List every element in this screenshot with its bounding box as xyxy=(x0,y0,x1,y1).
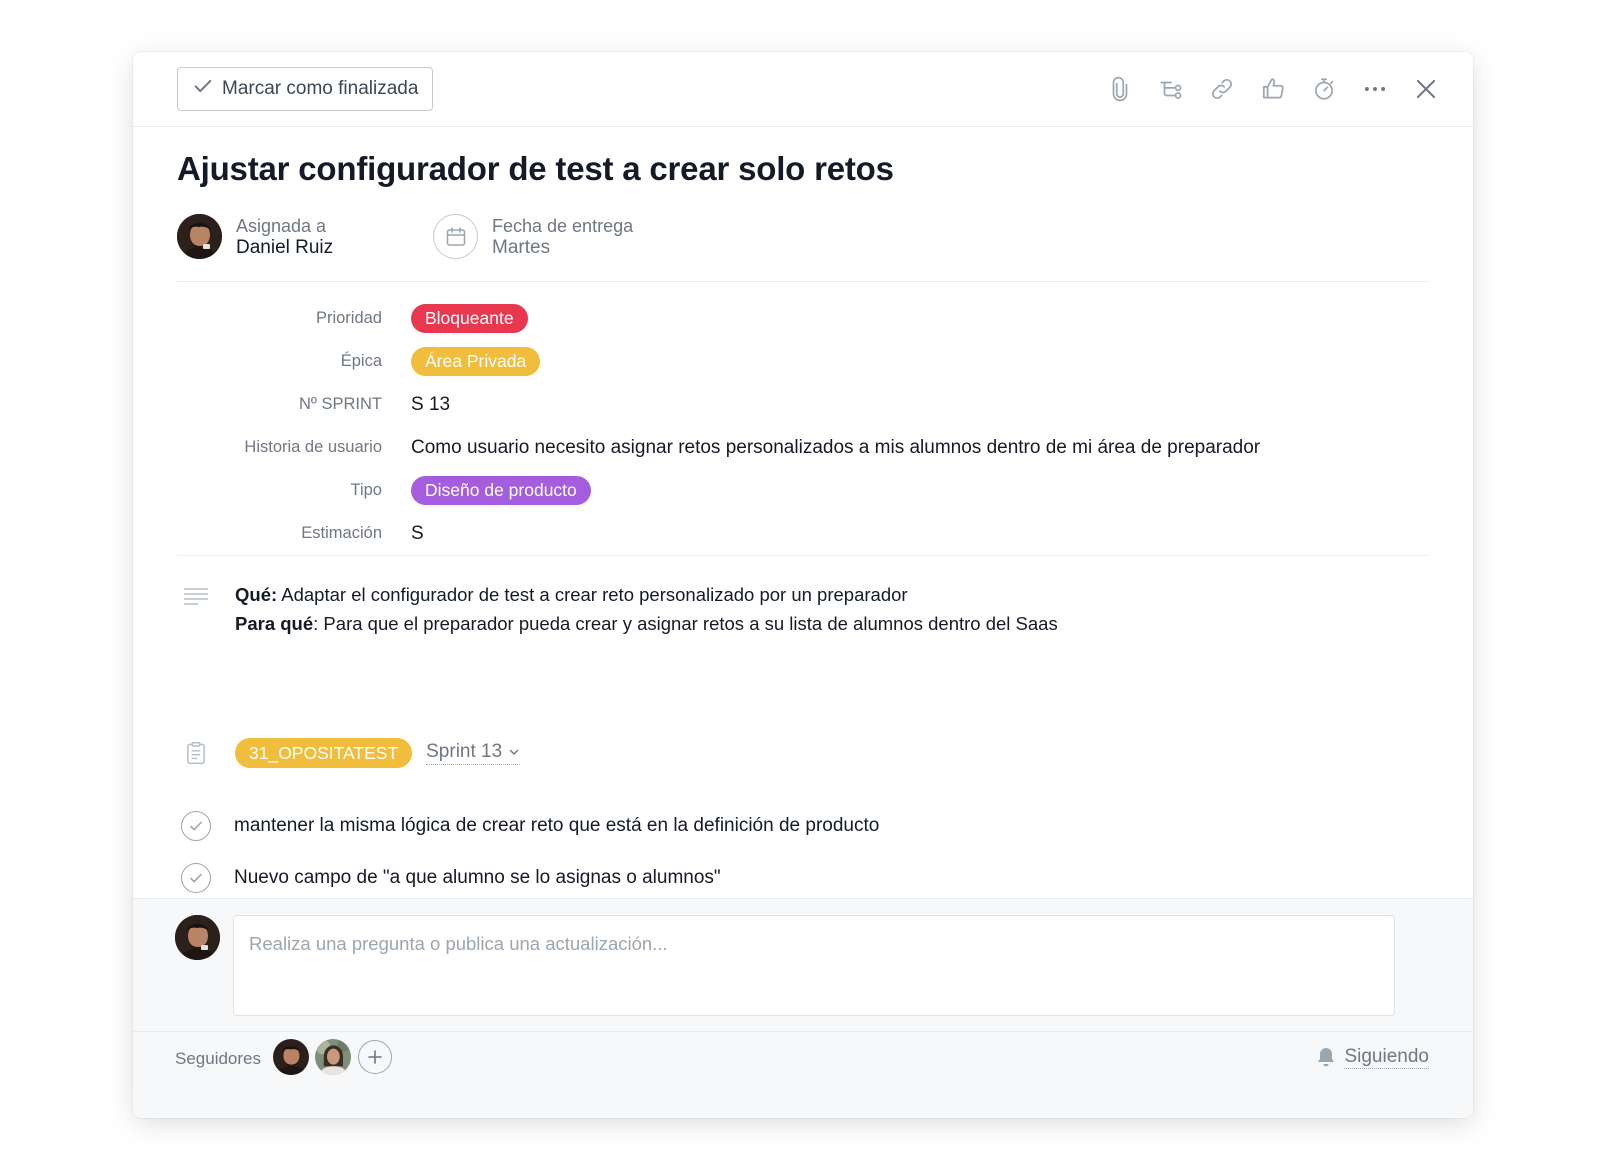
field-sprint: Nº SPRINT S 13 xyxy=(177,383,1429,426)
follower-list xyxy=(273,1039,392,1075)
field-value: Bloqueante xyxy=(411,304,528,333)
due-date-field[interactable]: Fecha de entrega Martes xyxy=(433,214,633,259)
field-type: Tipo Diseño de producto xyxy=(177,469,1429,512)
divider xyxy=(177,555,1429,556)
assignee-text: Asignada a Daniel Ruiz xyxy=(236,215,333,259)
epic-badge[interactable]: Área Privada xyxy=(411,347,541,376)
divider xyxy=(177,281,1429,282)
due-date-value: Martes xyxy=(492,236,551,258)
clipboard-icon xyxy=(181,738,211,768)
subtask-icon[interactable] xyxy=(1152,70,1190,108)
field-estimate: Estimación S xyxy=(177,512,1429,555)
assignee-label: Asignada a xyxy=(236,215,327,236)
timer-icon[interactable] xyxy=(1305,70,1343,108)
assignee-field[interactable]: Asignada a Daniel Ruiz xyxy=(177,214,333,259)
mark-complete-button[interactable]: Marcar como finalizada xyxy=(177,67,434,111)
subtask-row[interactable]: Nuevo campo de "a que alumno se lo asign… xyxy=(177,852,1429,904)
field-label: Prioridad xyxy=(315,309,382,327)
assignee-avatar xyxy=(177,214,222,259)
subtask-list: mantener la misma lógica de crear reto q… xyxy=(177,800,1429,904)
field-user-story: Historia de usuario Como usuario necesit… xyxy=(177,426,1429,469)
what-text: Adaptar el configurador de test a crear … xyxy=(277,584,908,605)
bell-icon xyxy=(1318,1048,1335,1067)
field-epic: Épica Área Privada xyxy=(177,340,1429,383)
due-date-text: Fecha de entrega Martes xyxy=(492,215,633,259)
like-icon[interactable] xyxy=(1254,70,1292,108)
field-label: Nº SPRINT xyxy=(298,395,382,413)
followers-bar: Seguidores Siguiendo xyxy=(133,1031,1473,1118)
current-user-avatar xyxy=(175,915,220,960)
toolbar-actions xyxy=(1088,70,1445,108)
followers-label: Seguidores xyxy=(175,1049,262,1068)
description-text: Qué: Adaptar el configurador de test a c… xyxy=(235,580,1058,638)
why-label: Para qué xyxy=(235,613,314,634)
link-icon[interactable] xyxy=(1203,70,1241,108)
add-follower-button[interactable] xyxy=(358,1040,392,1074)
field-priority: Prioridad Bloqueante xyxy=(177,297,1429,340)
following-toggle[interactable]: Siguiendo xyxy=(1314,1045,1429,1069)
comment-composer: Seguidores xyxy=(133,898,1473,1118)
field-label: Estimación xyxy=(301,524,382,542)
user-story-value[interactable]: Como usuario necesito asignar retos pers… xyxy=(411,437,1260,459)
field-value: Diseño de producto xyxy=(411,476,591,505)
follower-avatar[interactable] xyxy=(315,1039,351,1075)
chevron-down-icon xyxy=(509,749,519,755)
estimate-value[interactable]: S xyxy=(411,523,424,545)
due-date-label: Fecha de entrega xyxy=(492,215,634,236)
close-icon[interactable] xyxy=(1407,70,1445,108)
subtask-name[interactable]: Nuevo campo de "a que alumno se lo asign… xyxy=(234,867,721,889)
subtask-name[interactable]: mantener la misma lógica de crear reto q… xyxy=(234,815,879,837)
custom-fields: Prioridad Bloqueante Épica Área Privada … xyxy=(177,297,1429,555)
complete-subtask-checkbox[interactable] xyxy=(181,811,211,841)
type-badge[interactable]: Diseño de producto xyxy=(411,476,591,505)
section-select[interactable]: Sprint 13 xyxy=(426,741,521,765)
checkmark-icon xyxy=(192,75,214,103)
project-badge[interactable]: 31_OPOSITATEST xyxy=(235,738,413,768)
mark-complete-label: Marcar como finalizada xyxy=(222,78,419,99)
task-toolbar: Marcar como finalizada xyxy=(133,52,1473,127)
follower-avatar[interactable] xyxy=(273,1039,309,1075)
section-label: Sprint 13 xyxy=(426,741,503,762)
complete-subtask-checkbox[interactable] xyxy=(181,863,211,893)
sprint-value[interactable]: S 13 xyxy=(411,394,450,416)
assignee-name: Daniel Ruiz xyxy=(236,236,334,258)
task-detail-pane: Marcar como finalizada Ajustar configura… xyxy=(133,52,1473,1118)
field-label: Tipo xyxy=(350,481,383,499)
checkmark-icon xyxy=(190,873,202,883)
field-label: Épica xyxy=(340,352,382,370)
description-icon xyxy=(184,588,208,605)
why-text: : Para que el preparador pueda crear y a… xyxy=(313,613,1058,634)
project-row: 31_OPOSITATEST Sprint 13 xyxy=(177,738,521,768)
checkmark-icon xyxy=(190,821,202,831)
field-value: Área Privada xyxy=(411,347,541,376)
attachment-icon[interactable] xyxy=(1101,70,1139,108)
more-icon[interactable] xyxy=(1356,70,1394,108)
subtask-row[interactable]: mantener la misma lógica de crear reto q… xyxy=(177,800,1429,852)
comment-input[interactable] xyxy=(233,915,1395,1016)
following-label: Siguiendo xyxy=(1344,1045,1429,1069)
field-label: Historia de usuario xyxy=(244,438,382,456)
what-label: Qué: xyxy=(235,584,278,605)
priority-badge[interactable]: Bloqueante xyxy=(411,304,528,333)
task-title[interactable]: Ajustar configurador de test a crear sol… xyxy=(177,150,894,188)
plus-icon xyxy=(368,1050,382,1064)
calendar-icon xyxy=(433,214,478,259)
